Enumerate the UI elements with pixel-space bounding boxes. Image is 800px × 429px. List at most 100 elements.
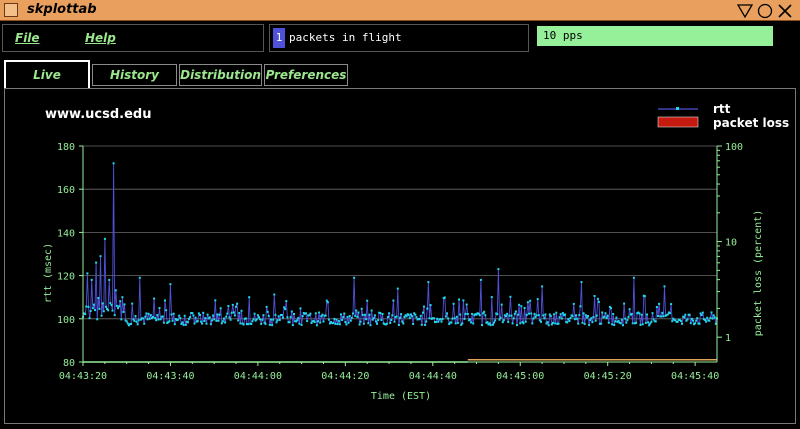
- rtt-point: [201, 322, 204, 325]
- rtt-point: [534, 316, 537, 319]
- rtt-point: [710, 311, 713, 314]
- rtt-point: [517, 313, 520, 316]
- rtt-point: [689, 322, 692, 325]
- rtt-point: [530, 312, 533, 315]
- x-tick-label: 04:43:40: [146, 371, 194, 382]
- rtt-point: [355, 309, 358, 312]
- rtt-point: [709, 316, 712, 319]
- rtt-point: [271, 324, 274, 327]
- rtt-point: [604, 312, 607, 315]
- rtt-point: [541, 285, 544, 288]
- rtt-point: [117, 307, 119, 310]
- rate-field[interactable]: 10 pps: [537, 26, 773, 46]
- y2-axis-label: packet loss (percent): [753, 210, 764, 336]
- rtt-point: [552, 321, 554, 324]
- rtt-point: [390, 318, 393, 321]
- rtt-point: [458, 298, 460, 301]
- rtt-point: [553, 313, 556, 316]
- rtt-point: [596, 297, 599, 300]
- rtt-point: [149, 314, 152, 317]
- rtt-point: [402, 322, 405, 325]
- rtt-point: [572, 302, 575, 305]
- rtt-point: [215, 319, 218, 322]
- tab-history[interactable]: History: [92, 64, 177, 86]
- rtt-point: [704, 318, 706, 321]
- rtt-point: [441, 318, 444, 321]
- rtt-point: [115, 304, 118, 307]
- rtt-point: [125, 320, 128, 323]
- rtt-point: [625, 321, 628, 324]
- rtt-point: [624, 317, 627, 320]
- rtt-point: [352, 312, 354, 315]
- chart-axes: 80 100 120 140 160 180 1 10 100 04:43:20 04:43:40 0…: [57, 142, 743, 382]
- rtt-point: [631, 322, 634, 325]
- rtt-point: [472, 322, 475, 325]
- rtt-point: [635, 321, 638, 324]
- rtt-point: [512, 317, 515, 320]
- rtt-point: [348, 315, 351, 317]
- rtt-point: [313, 321, 316, 323]
- rtt-point: [405, 315, 408, 318]
- tab-preferences[interactable]: Preferences: [264, 64, 348, 86]
- rtt-point: [408, 316, 411, 319]
- rtt-point: [694, 322, 697, 325]
- rtt-point: [165, 309, 168, 312]
- rtt-point: [397, 324, 400, 326]
- rtt-point: [327, 318, 330, 321]
- maximize-icon[interactable]: [757, 3, 773, 19]
- rtt-point: [347, 321, 350, 324]
- rtt-point: [238, 312, 241, 314]
- rtt-point: [481, 324, 483, 327]
- rtt-point: [409, 313, 412, 316]
- rtt-point: [164, 299, 166, 302]
- close-icon[interactable]: [778, 4, 792, 18]
- rtt-point: [282, 316, 284, 319]
- rtt-point: [429, 304, 432, 307]
- rtt-point: [366, 299, 369, 302]
- rtt-point: [453, 317, 456, 320]
- rtt-point: [200, 320, 203, 323]
- rtt-point: [248, 296, 251, 299]
- rtt-point: [144, 315, 147, 318]
- rtt-point: [154, 317, 157, 320]
- rtt-point: [401, 320, 404, 323]
- rtt-point: [162, 321, 165, 324]
- rtt-point: [275, 321, 278, 324]
- rtt-point: [522, 322, 525, 325]
- minimize-icon[interactable]: [736, 4, 754, 19]
- menu-help[interactable]: Help: [85, 31, 116, 45]
- rtt-point: [540, 320, 542, 323]
- rtt-point: [452, 302, 455, 305]
- packets-in-flight-indicator: 1 packets in flight: [269, 24, 529, 52]
- rtt-point: [391, 314, 394, 317]
- rtt-point: [713, 316, 716, 319]
- rtt-point: [669, 312, 671, 315]
- rtt-point: [208, 316, 211, 319]
- rtt-point: [607, 321, 610, 324]
- tab-live[interactable]: Live: [4, 60, 90, 88]
- rtt-point: [450, 321, 453, 324]
- rtt-point: [229, 318, 232, 321]
- rtt-point: [555, 311, 558, 314]
- rtt-point: [463, 317, 466, 320]
- rtt-point: [98, 307, 101, 310]
- rtt-point: [258, 316, 260, 319]
- tab-distribution[interactable]: Distribution: [179, 64, 262, 86]
- rtt-point: [136, 323, 139, 326]
- rtt-point: [686, 318, 689, 321]
- rtt-point: [568, 320, 571, 322]
- rtt-point: [240, 309, 243, 312]
- rtt-point: [501, 321, 504, 324]
- rtt-point: [199, 314, 201, 316]
- window-titlebar[interactable]: skplottab: [0, 0, 800, 21]
- rtt-point: [505, 315, 507, 318]
- menu-file[interactable]: File: [15, 31, 40, 45]
- rtt-point: [322, 320, 325, 323]
- rtt-point: [630, 312, 633, 315]
- rtt-point: [105, 305, 107, 308]
- window-menu-icon[interactable]: [4, 3, 18, 17]
- rtt-point: [592, 316, 595, 318]
- rtt-point: [367, 322, 370, 325]
- rtt-point: [613, 324, 616, 326]
- rtt-point: [276, 319, 279, 322]
